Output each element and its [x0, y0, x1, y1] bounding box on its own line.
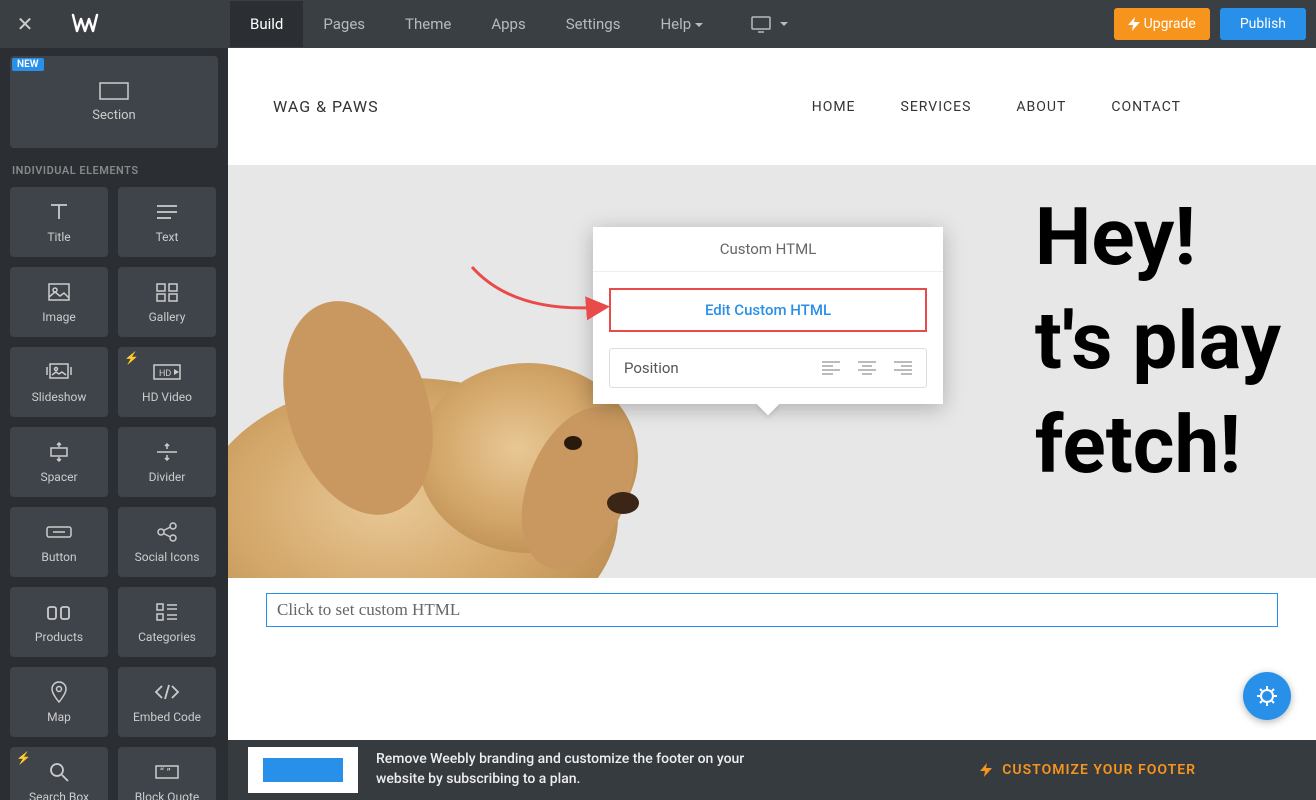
- device-preview-button[interactable]: [738, 1, 800, 47]
- edit-custom-html-button[interactable]: Edit Custom HTML: [609, 288, 927, 332]
- menu-theme[interactable]: Theme: [385, 1, 471, 47]
- element-title[interactable]: Title: [10, 187, 108, 257]
- spacer-icon: [47, 440, 71, 464]
- menu-apps[interactable]: Apps: [471, 1, 545, 47]
- custom-html-popup: Custom HTML Edit Custom HTML Position: [593, 227, 943, 404]
- element-label: Divider: [149, 470, 186, 484]
- align-center-icon[interactable]: [858, 361, 876, 375]
- nav-contact[interactable]: CONTACT: [1111, 99, 1181, 115]
- sidebar-heading: INDIVIDUAL ELEMENTS: [12, 164, 218, 177]
- element-label: Image: [42, 310, 75, 324]
- menu-build[interactable]: Build: [230, 1, 303, 47]
- categories-icon: [155, 600, 179, 624]
- element-label: Button: [41, 550, 76, 564]
- element-label: Products: [35, 630, 83, 644]
- nav-home[interactable]: HOME: [812, 99, 856, 115]
- element-label: Block Quote: [135, 790, 200, 800]
- social-icon: [155, 520, 179, 544]
- position-row: Position: [609, 348, 927, 388]
- element-label: Search Box: [29, 790, 89, 800]
- help-fab-button[interactable]: [1243, 672, 1291, 720]
- publish-button[interactable]: Publish: [1220, 8, 1306, 40]
- elements-sidebar: NEW Section INDIVIDUAL ELEMENTS Title Tex…: [0, 48, 228, 800]
- element-label: Map: [47, 710, 71, 724]
- svg-text:“ ”: “ ”: [160, 766, 171, 779]
- new-badge: NEW: [12, 58, 44, 71]
- footer-banner: Remove Weebly branding and customize the…: [228, 740, 1316, 800]
- element-search-box[interactable]: ⚡ Search Box: [10, 747, 108, 800]
- element-label: Embed Code: [133, 710, 201, 724]
- svg-text:HD: HD: [159, 369, 171, 379]
- site-title[interactable]: WAG & PAWS: [273, 97, 379, 116]
- element-embed-code[interactable]: Embed Code: [118, 667, 216, 737]
- customize-footer-button[interactable]: CUSTOMIZE YOUR FOOTER: [980, 762, 1196, 778]
- element-label: Section: [92, 108, 135, 123]
- hdvideo-icon: HD: [152, 360, 182, 384]
- nav-about[interactable]: ABOUT: [1016, 99, 1066, 115]
- editor-canvas: WAG & PAWS HOME SERVICES ABOUT CONTACT: [228, 48, 1316, 800]
- element-label: Title: [47, 230, 70, 244]
- weebly-logo-icon: [50, 13, 120, 35]
- map-icon: [49, 680, 69, 704]
- embed-icon: [154, 680, 180, 704]
- align-right-icon[interactable]: [894, 361, 912, 375]
- element-products[interactable]: Products: [10, 587, 108, 657]
- menu-pages[interactable]: Pages: [303, 1, 385, 47]
- align-left-icon[interactable]: [822, 361, 840, 375]
- close-button[interactable]: ✕: [0, 12, 50, 36]
- nav-services[interactable]: SERVICES: [901, 99, 972, 115]
- element-divider[interactable]: Divider: [118, 427, 216, 497]
- products-icon: [46, 600, 72, 624]
- text-icon: [155, 200, 179, 224]
- element-slideshow[interactable]: Slideshow: [10, 347, 108, 417]
- position-label: Position: [624, 359, 679, 377]
- element-label: Gallery: [149, 310, 186, 324]
- premium-bolt-icon: ⚡: [16, 751, 31, 765]
- element-block-quote[interactable]: “ ” Block Quote: [118, 747, 216, 800]
- site-header: WAG & PAWS HOME SERVICES ABOUT CONTACT: [228, 48, 1316, 165]
- element-text[interactable]: Text: [118, 187, 216, 257]
- element-hd-video[interactable]: ⚡ HD HD Video: [118, 347, 216, 417]
- element-label: Social Icons: [135, 550, 200, 564]
- search-icon: [48, 760, 70, 784]
- title-icon: [47, 200, 71, 224]
- element-label: Categories: [138, 630, 196, 644]
- element-label: Slideshow: [32, 390, 87, 404]
- quote-icon: “ ”: [154, 760, 180, 784]
- element-label: HD Video: [142, 390, 192, 404]
- element-social-icons[interactable]: Social Icons: [118, 507, 216, 577]
- gallery-icon: [155, 280, 179, 304]
- element-label: Text: [156, 230, 179, 244]
- custom-html-placeholder[interactable]: Click to set custom HTML: [266, 593, 1278, 627]
- element-map[interactable]: Map: [10, 667, 108, 737]
- menu-help[interactable]: Help: [640, 1, 723, 47]
- divider-icon: [155, 440, 179, 464]
- element-section[interactable]: NEW Section: [10, 56, 218, 148]
- footer-thumbnail: [248, 747, 358, 793]
- element-button[interactable]: Button: [10, 507, 108, 577]
- element-label: Spacer: [40, 470, 77, 484]
- element-categories[interactable]: Categories: [118, 587, 216, 657]
- element-image[interactable]: Image: [10, 267, 108, 337]
- popup-title: Custom HTML: [593, 227, 943, 272]
- button-icon: [45, 520, 73, 544]
- hero-text[interactable]: Hey! t's play fetch!: [1035, 185, 1281, 497]
- image-icon: [47, 280, 71, 304]
- footer-text: Remove Weebly branding and customize the…: [376, 750, 796, 789]
- menu-settings[interactable]: Settings: [546, 1, 641, 47]
- upgrade-button[interactable]: Upgrade: [1114, 8, 1210, 40]
- slideshow-icon: [44, 360, 74, 384]
- premium-bolt-icon: ⚡: [124, 351, 139, 365]
- element-gallery[interactable]: Gallery: [118, 267, 216, 337]
- element-spacer[interactable]: Spacer: [10, 427, 108, 497]
